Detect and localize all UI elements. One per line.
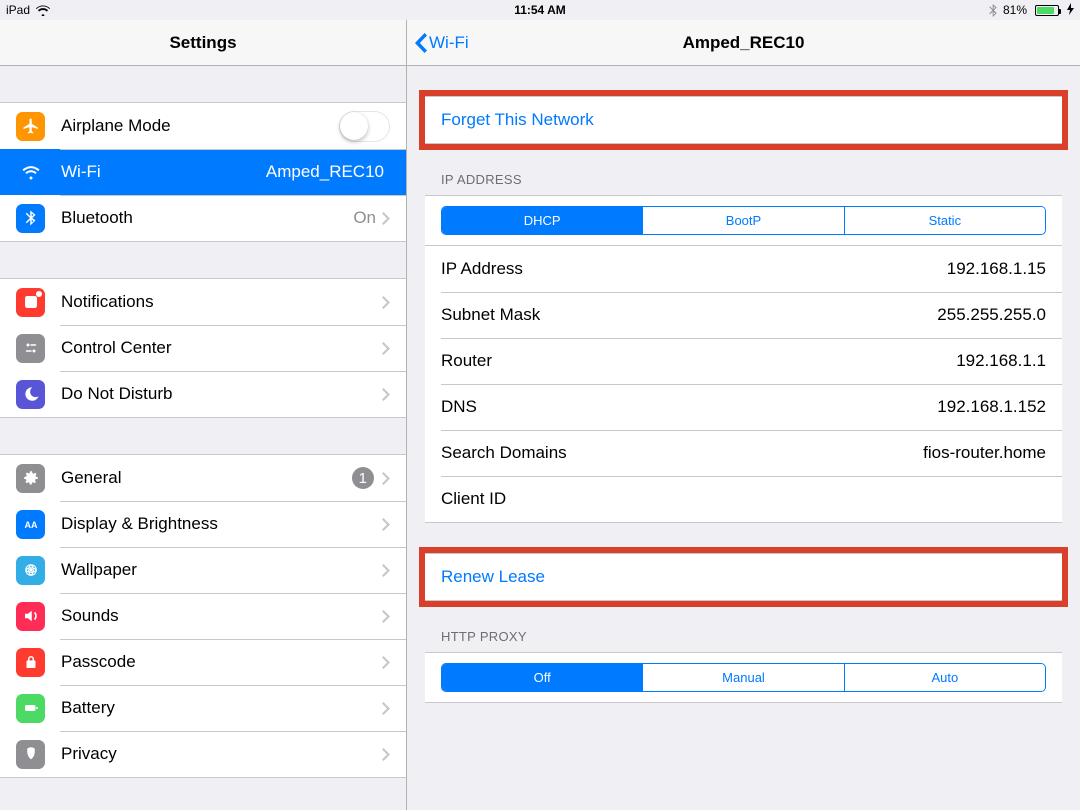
chevron-right-icon [382,564,390,577]
master-title: Settings [0,33,406,53]
bluetooth-status-icon [989,4,997,17]
airplane-toggle[interactable] [339,111,390,142]
mask-row[interactable]: Subnet Mask255.255.255.0 [425,292,1062,338]
sidebar-item-wifi[interactable]: Wi-Fi Amped_REC10 [0,149,406,195]
renew-lease-button[interactable]: Renew Lease [425,554,1062,600]
bluetooth-row-icon [16,204,45,233]
client-id-row[interactable]: Client ID [425,476,1062,522]
chevron-right-icon [382,610,390,623]
wifi-label: Wi-Fi [61,162,266,182]
chevron-right-icon [382,702,390,715]
status-bar: iPad 11:54 AM 81% [0,0,1080,20]
chevron-left-icon [415,33,427,53]
renew-highlight: Renew Lease [425,553,1062,601]
sidebar-item-control-center[interactable]: Control Center [0,325,406,371]
chevron-right-icon [382,342,390,355]
sidebar-item-passcode[interactable]: Passcode [0,639,406,685]
airplane-icon [16,112,45,141]
svg-text:AA: AA [24,520,37,530]
detail-title: Amped_REC10 [407,33,1080,53]
notifications-icon [16,288,45,317]
settings-sidebar: Settings Airplane Mode Wi-Fi Amped_REC10… [0,20,407,810]
notifications-label: Notifications [61,292,382,312]
general-label: General [61,468,352,488]
ip-row[interactable]: IP Address192.168.1.15 [425,246,1062,292]
chevron-right-icon [382,296,390,309]
sidebar-item-general[interactable]: General 1 [0,455,406,501]
detail-nav: Wi-Fi Amped_REC10 [407,20,1080,66]
privacy-icon [16,740,45,769]
master-nav: Settings [0,20,406,66]
sidebar-item-battery[interactable]: Battery [0,685,406,731]
battery-pct: 81% [1003,3,1027,17]
proxy-mode-segment[interactable]: Off Manual Auto [441,663,1046,692]
display-icon: AA [16,510,45,539]
battery-row-icon [16,694,45,723]
wifi-row-icon [16,158,45,187]
passcode-label: Passcode [61,652,382,672]
proxy-seg-auto[interactable]: Auto [844,664,1045,691]
back-label: Wi-Fi [429,33,469,53]
control-center-icon [16,334,45,363]
forget-highlight: Forget This Network [425,96,1062,144]
sidebar-item-wallpaper[interactable]: Wallpaper [0,547,406,593]
proxy-section-header: HTTP PROXY [425,601,1062,652]
chevron-right-icon [382,388,390,401]
bluetooth-label: Bluetooth [61,208,353,228]
ip-seg-static[interactable]: Static [844,207,1045,234]
sidebar-item-notifications[interactable]: Notifications [0,279,406,325]
ip-section-header: IP ADDRESS [425,144,1062,195]
lock-icon [16,648,45,677]
battery-label: Battery [61,698,382,718]
search-domains-row[interactable]: Search Domainsfios-router.home [425,430,1062,476]
privacy-label: Privacy [61,744,382,764]
chevron-right-icon [382,518,390,531]
sidebar-item-privacy[interactable]: Privacy [0,731,406,777]
status-time: 11:54 AM [0,3,1080,17]
battery-icon [1033,5,1059,16]
back-button[interactable]: Wi-Fi [407,33,469,53]
detail-pane: Wi-Fi Amped_REC10 Forget This Network IP… [407,20,1080,810]
ip-seg-bootp[interactable]: BootP [642,207,843,234]
chevron-right-icon [382,656,390,669]
forget-network-button[interactable]: Forget This Network [425,97,1062,143]
wifi-value: Amped_REC10 [266,162,384,182]
control-center-label: Control Center [61,338,382,358]
ip-mode-segment[interactable]: DHCP BootP Static [441,206,1046,235]
sidebar-item-sounds[interactable]: Sounds [0,593,406,639]
router-row[interactable]: Router192.168.1.1 [425,338,1062,384]
wifi-icon [36,5,50,16]
airplane-label: Airplane Mode [61,116,339,136]
chevron-right-icon [382,472,390,485]
sounds-label: Sounds [61,606,382,626]
wallpaper-icon [16,556,45,585]
dnd-label: Do Not Disturb [61,384,382,404]
sounds-icon [16,602,45,631]
proxy-seg-off[interactable]: Off [442,664,642,691]
proxy-seg-manual[interactable]: Manual [642,664,843,691]
gear-icon [16,464,45,493]
sidebar-item-dnd[interactable]: Do Not Disturb [0,371,406,417]
bluetooth-value: On [353,208,376,228]
device-label: iPad [6,3,30,17]
charging-icon [1067,3,1074,18]
chevron-right-icon [382,212,390,225]
ip-seg-dhcp[interactable]: DHCP [442,207,642,234]
sidebar-item-display[interactable]: AA Display & Brightness [0,501,406,547]
moon-icon [16,380,45,409]
sidebar-item-bluetooth[interactable]: Bluetooth On [0,195,406,241]
chevron-right-icon [382,748,390,761]
display-label: Display & Brightness [61,514,382,534]
dns-row[interactable]: DNS192.168.1.152 [425,384,1062,430]
general-badge: 1 [352,467,374,489]
wallpaper-label: Wallpaper [61,560,382,580]
sidebar-item-airplane[interactable]: Airplane Mode [0,103,406,149]
